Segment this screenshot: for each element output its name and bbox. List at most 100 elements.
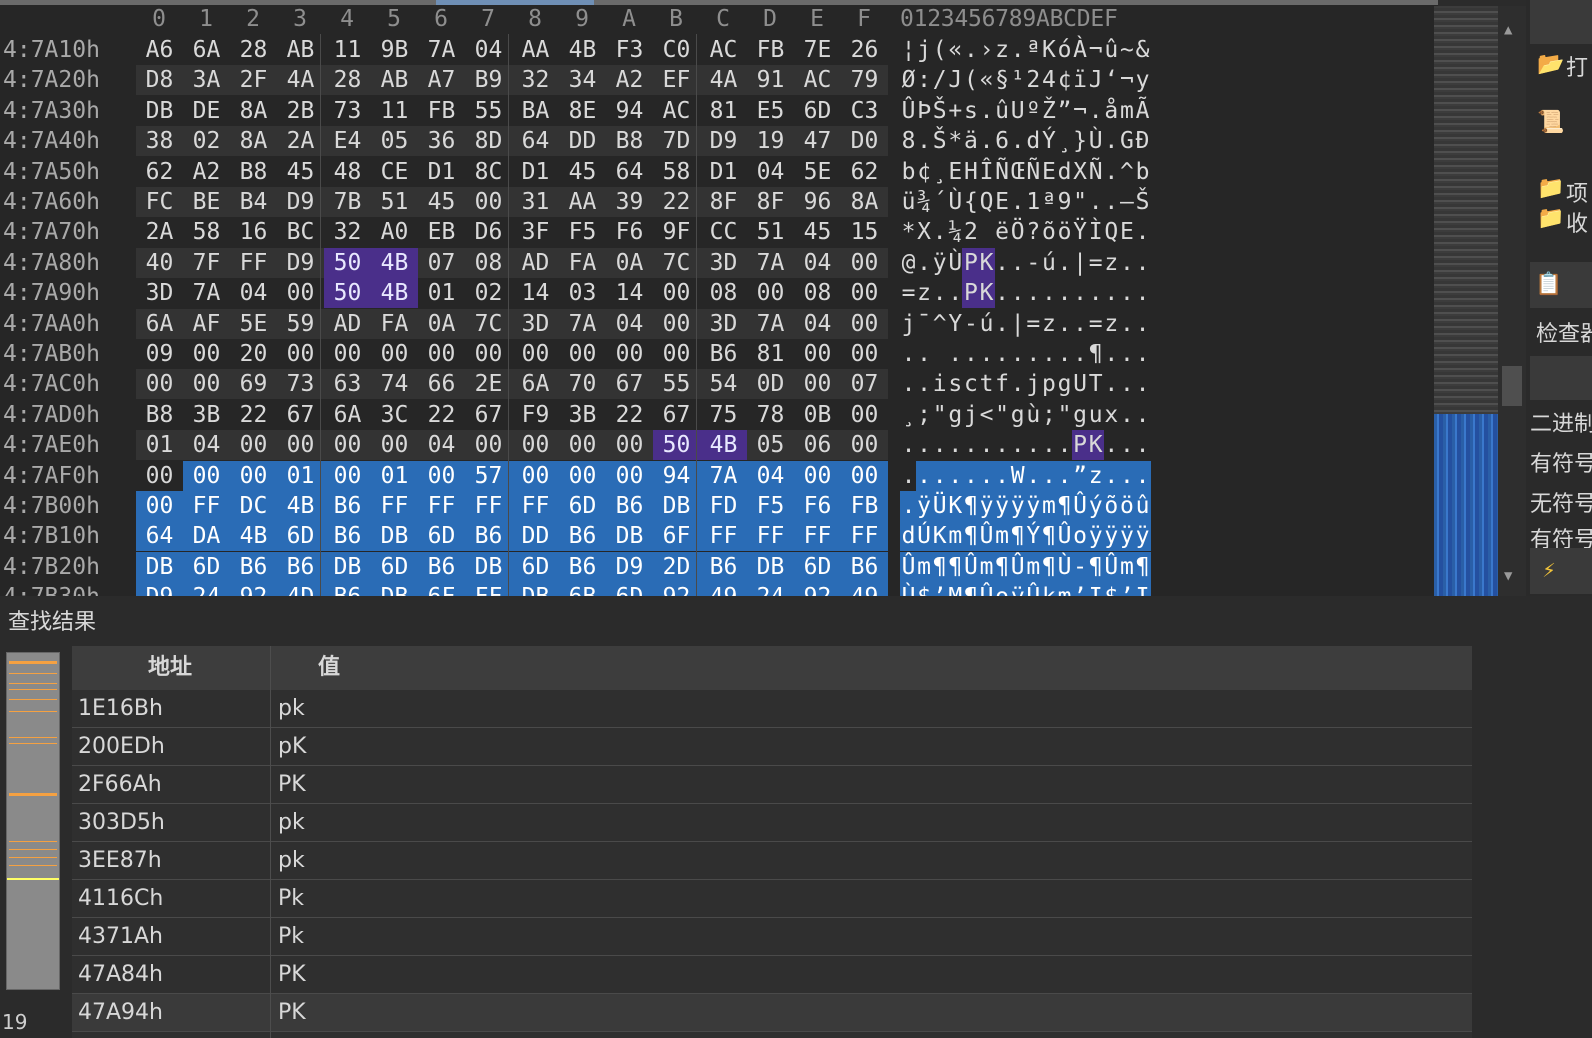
- ascii-char[interactable]: $: [1102, 582, 1120, 596]
- hex-byte[interactable]: FF: [418, 491, 465, 521]
- ascii-char[interactable]: .: [994, 430, 1011, 460]
- ascii-char[interactable]: .: [1087, 96, 1104, 126]
- hex-byte[interactable]: 24: [183, 582, 230, 596]
- ascii-char[interactable]: «: [947, 35, 964, 65]
- hex-byte[interactable]: 06: [794, 430, 841, 461]
- hex-byte[interactable]: 62: [136, 157, 183, 187]
- ascii-char[interactable]: P: [962, 247, 980, 278]
- ascii-char[interactable]: .: [916, 126, 933, 156]
- hex-byte[interactable]: 31: [512, 187, 559, 217]
- favorites-folder-icon[interactable]: 📁: [1536, 206, 1566, 232]
- hex-byte[interactable]: 00: [371, 339, 418, 369]
- hex-byte[interactable]: B6: [841, 551, 888, 582]
- table-row[interactable]: 1E16Bh pk: [72, 690, 1472, 728]
- ascii-char[interactable]: =: [1087, 248, 1104, 278]
- ascii-char[interactable]: I: [1087, 582, 1105, 596]
- ascii-char[interactable]: m: [1040, 491, 1058, 521]
- ascii-char[interactable]: u: [1087, 400, 1104, 430]
- ascii-char[interactable]: :: [916, 65, 933, 95]
- hex-byte[interactable]: A7: [418, 65, 465, 96]
- ascii-char[interactable]: .: [931, 460, 949, 491]
- hex-byte[interactable]: AC: [794, 65, 841, 96]
- ascii-char[interactable]: ’: [1071, 582, 1089, 596]
- ascii-char[interactable]: .: [994, 278, 1011, 308]
- ascii-char[interactable]: o: [993, 582, 1011, 596]
- ascii-char[interactable]: Ú: [915, 521, 933, 552]
- hex-byte[interactable]: D9: [277, 187, 324, 217]
- hex-byte[interactable]: 03: [559, 278, 606, 308]
- hex-byte[interactable]: 6D: [794, 96, 841, 126]
- hex-byte[interactable]: 64: [136, 521, 183, 552]
- hex-byte[interactable]: 4B: [277, 491, 324, 521]
- hex-byte[interactable]: 6A: [136, 308, 183, 339]
- hex-byte[interactable]: 7C: [465, 308, 512, 339]
- hex-byte[interactable]: D1: [700, 157, 747, 187]
- ascii-char[interactable]: ó: [1056, 35, 1073, 65]
- table-row[interactable]: 2F66Ah PK: [72, 766, 1472, 804]
- hex-byte[interactable]: FF: [183, 491, 230, 521]
- ascii-char[interactable]: ¶: [1087, 339, 1104, 369]
- ascii-char[interactable]: Ü: [931, 491, 949, 521]
- hex-byte[interactable]: 58: [183, 217, 230, 247]
- ascii-char[interactable]: c: [962, 369, 979, 399]
- hex-byte[interactable]: 7A: [418, 35, 465, 65]
- hex-byte[interactable]: 20: [230, 339, 277, 369]
- ascii-char[interactable]: [931, 339, 948, 369]
- ascii-char[interactable]: ä: [962, 126, 979, 156]
- ascii-char[interactable]: ù: [1025, 400, 1042, 430]
- ascii-char[interactable]: .: [1103, 157, 1120, 187]
- hex-byte[interactable]: 22: [418, 400, 465, 430]
- hex-byte[interactable]: 3F: [512, 217, 559, 247]
- ascii-char[interactable]: y: [1134, 65, 1151, 95]
- hex-byte[interactable]: 94: [606, 96, 653, 126]
- ascii-char[interactable]: ÿ: [1024, 491, 1042, 521]
- hex-byte[interactable]: 69: [230, 369, 277, 400]
- hex-byte[interactable]: 64: [512, 126, 559, 157]
- ascii-char[interactable]: .: [978, 96, 995, 126]
- hex-row[interactable]: 4:7AD0h B8 3B 22 67 6A 3C 22 67 F9 3B 22 67 75 78 0B 00 ¸…: [0, 400, 1160, 430]
- side-item-open[interactable]: 打: [1566, 50, 1588, 82]
- ascii-char[interactable]: ¶: [993, 551, 1011, 582]
- hex-byte[interactable]: 45: [277, 157, 324, 187]
- hex-byte[interactable]: 6A: [324, 400, 371, 430]
- ascii-char[interactable]: .: [1009, 126, 1026, 156]
- hex-byte[interactable]: 55: [465, 96, 512, 126]
- ascii-char[interactable]: Ã: [1134, 96, 1151, 126]
- ascii-char[interactable]: ª: [1040, 187, 1057, 217]
- ascii-char[interactable]: À: [1072, 35, 1089, 65]
- hex-byte[interactable]: B6: [230, 551, 277, 582]
- ascii-char[interactable]: .: [1009, 248, 1026, 278]
- hex-byte[interactable]: 00: [230, 460, 277, 491]
- ascii-char[interactable]: x: [1103, 400, 1120, 430]
- ascii-char[interactable]: Û: [978, 582, 995, 596]
- hex-byte[interactable]: 08: [794, 278, 841, 308]
- ascii-char[interactable]: .: [1087, 278, 1104, 308]
- hex-byte[interactable]: 00: [794, 339, 841, 369]
- ascii-char[interactable]: ": [1072, 187, 1089, 217]
- hex-byte[interactable]: 2B: [277, 96, 324, 126]
- ascii-char[interactable]: ¢: [1056, 65, 1073, 95]
- hex-byte[interactable]: 08: [465, 247, 512, 278]
- hex-byte[interactable]: 67: [277, 400, 324, 430]
- ascii-char[interactable]: .: [900, 430, 917, 460]
- ascii-char[interactable]: ï: [1072, 65, 1089, 95]
- hex-byte[interactable]: 00: [371, 430, 418, 461]
- ascii-char[interactable]: m: [1056, 582, 1073, 596]
- hex-byte[interactable]: 36: [418, 126, 465, 157]
- ascii-char[interactable]: .: [916, 430, 933, 460]
- hex-row[interactable]: 4:7A10h A6 6A 28 AB 11 9B 7A 04 AA 4B F3 C0 AC FB 7E 26 ¦…: [0, 35, 1160, 65]
- ascii-char[interactable]: =: [1087, 309, 1104, 339]
- hex-row[interactable]: 4:7A70h 2A 58 16 BC 32 A0 EB D6 3F F5 F6 9F CC 51 45 15 *…: [0, 217, 1160, 247]
- hex-byte[interactable]: 79: [841, 65, 888, 96]
- ascii-char[interactable]: ¶: [1040, 521, 1058, 552]
- hex-byte[interactable]: 57: [465, 460, 512, 491]
- hex-row[interactable]: 4:7A50h 62 A2 B8 45 48 CE D1 8C D1 45 64 58 D1 04 5E 62 b…: [0, 157, 1160, 187]
- ascii-char[interactable]: .: [1134, 217, 1151, 247]
- hex-row[interactable]: 4:7B00h 00 FF DC 4B B6 FF FF FF FF 6D B6 DB FD F5 F6 FB.…: [0, 491, 1160, 521]
- hex-byte[interactable]: 05: [371, 126, 418, 157]
- ascii-char[interactable]: K: [946, 491, 964, 521]
- ascii-char[interactable]: .: [1134, 248, 1151, 278]
- column-header-value[interactable]: 值: [318, 646, 340, 690]
- ascii-char[interactable]: .: [1134, 339, 1151, 369]
- ascii-char[interactable]: m: [1118, 96, 1135, 126]
